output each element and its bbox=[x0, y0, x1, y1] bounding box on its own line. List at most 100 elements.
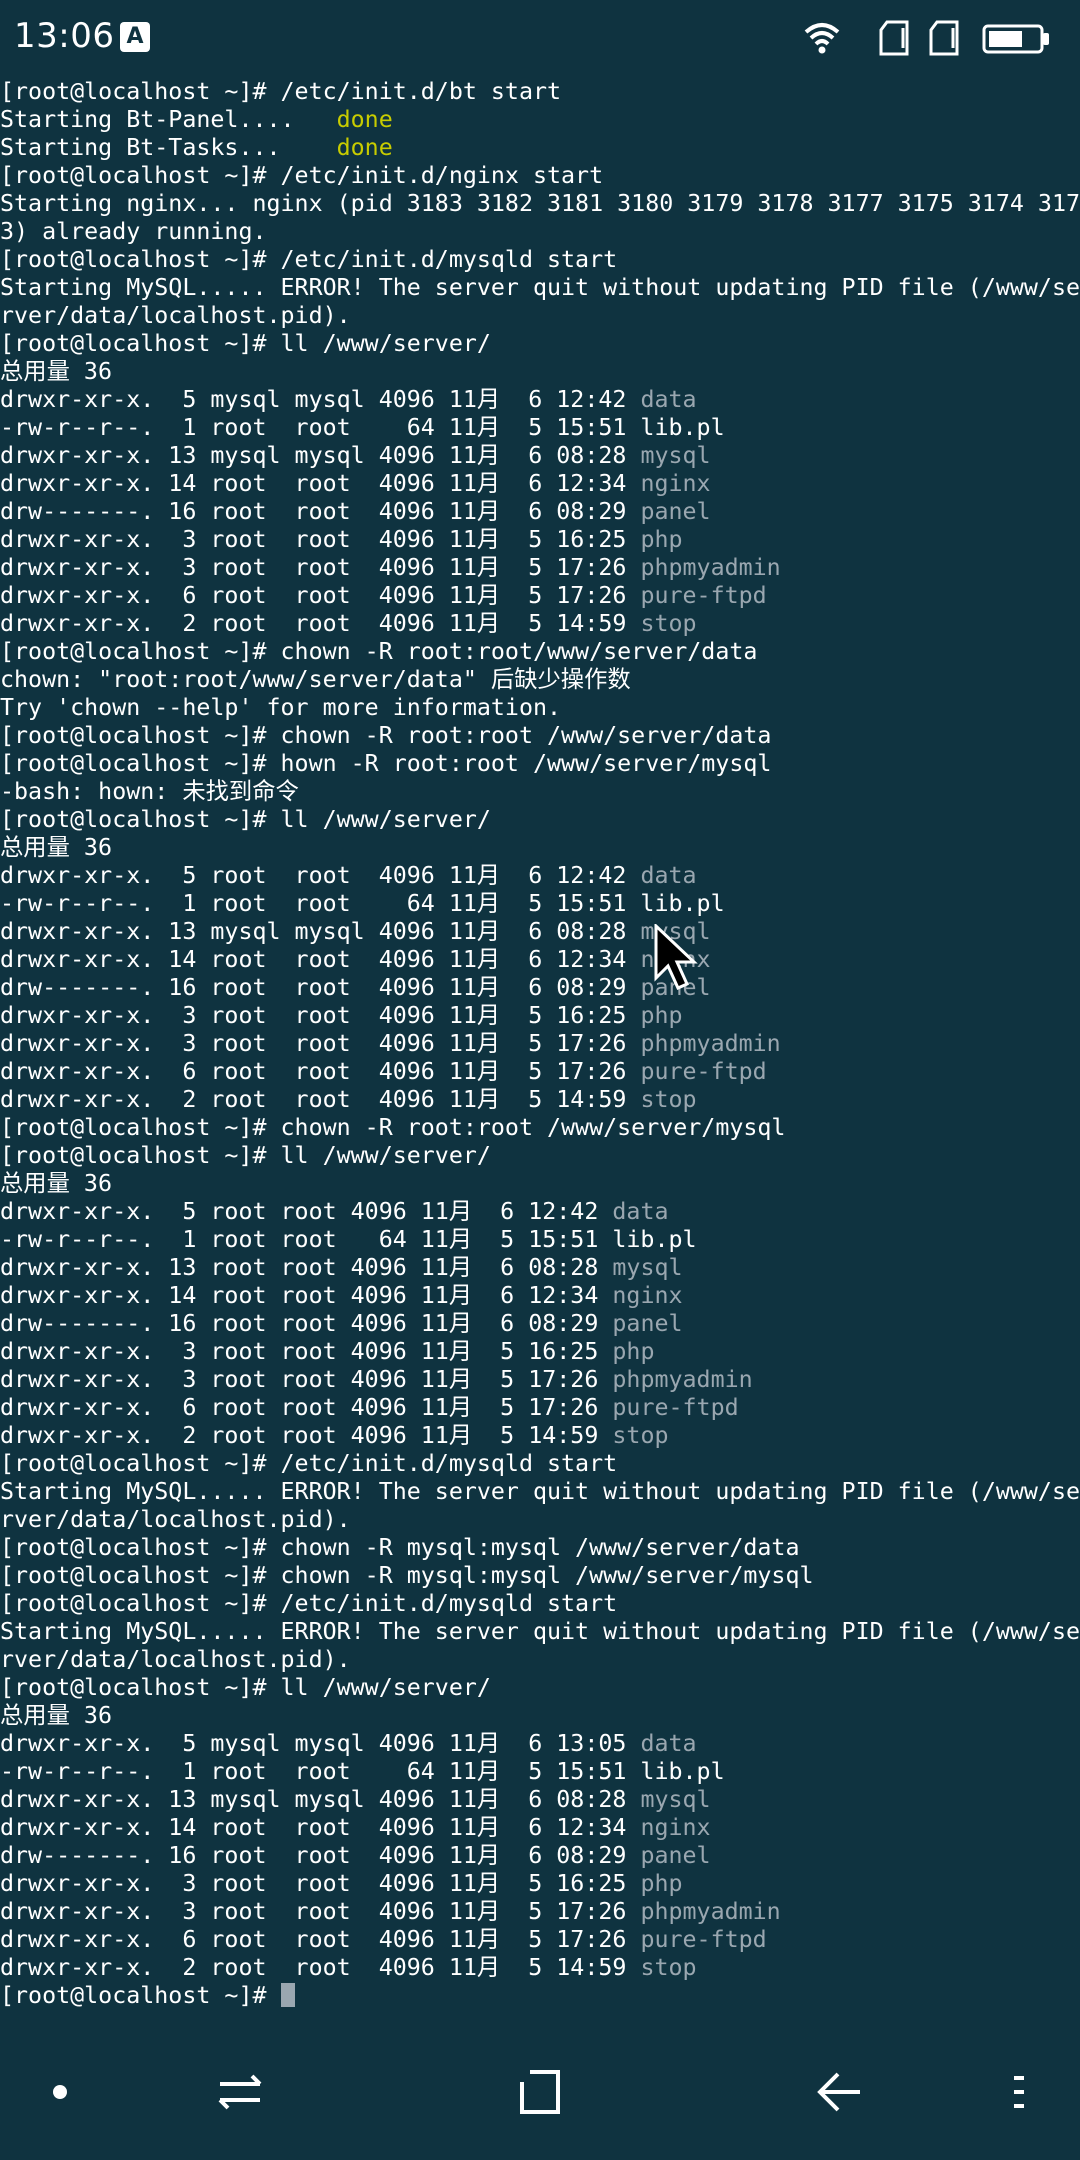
terminal-line: drwxr-xr-x. 5 mysql mysql 4096 11月 6 13:… bbox=[0, 1730, 1080, 1758]
directory-name: nginx bbox=[640, 1814, 711, 1841]
directory-name: php bbox=[612, 1338, 655, 1365]
terminal-line: drwxr-xr-x. 3 root root 4096 11月 5 16:25… bbox=[0, 526, 1080, 554]
line-text: drwxr-xr-x. 2 root root 4096 11月 5 14:59 bbox=[0, 1954, 641, 1981]
line-text: Starting MySQL..... ERROR! The server qu… bbox=[0, 1478, 1080, 1505]
directory-name: mysql bbox=[612, 1254, 683, 1281]
battery-icon bbox=[982, 24, 1049, 54]
line-text: Starting MySQL..... ERROR! The server qu… bbox=[0, 1618, 1080, 1645]
terminal-line: [root@localhost ~]# /etc/init.d/bt start bbox=[0, 78, 1080, 106]
terminal-line: chown: "root:root/www/server/data" 后缺少操作… bbox=[0, 666, 1080, 694]
menu-dots-icon[interactable] bbox=[980, 2060, 1060, 2130]
terminal-line: Starting MySQL..... ERROR! The server qu… bbox=[0, 1478, 1080, 1506]
directory-name: phpmyadmin bbox=[640, 554, 781, 581]
line-text: [root@localhost ~]# /etc/init.d/mysqld s… bbox=[0, 1450, 618, 1477]
shell-prompt: [root@localhost ~]# bbox=[0, 1982, 281, 2009]
terminal-line: Starting MySQL..... ERROR! The server qu… bbox=[0, 274, 1080, 302]
line-text: 总用量 36 bbox=[0, 358, 112, 385]
line-text: drwxr-xr-x. 3 root root 4096 11月 5 16:25 bbox=[0, 1870, 641, 1897]
terminal-line: [root@localhost ~]# chown -R root:root /… bbox=[0, 722, 1080, 750]
directory-name: php bbox=[640, 526, 683, 553]
terminal-line: drwxr-xr-x. 2 root root 4096 11月 5 14:59… bbox=[0, 1954, 1080, 1982]
line-text: drwxr-xr-x. 6 root root 4096 11月 5 17:26 bbox=[0, 582, 641, 609]
directory-name: stop bbox=[640, 610, 697, 637]
line-text: rver/data/localhost.pid). bbox=[0, 1506, 351, 1533]
line-text: [root@localhost ~]# /etc/init.d/nginx st… bbox=[0, 162, 604, 189]
terminal-line: drw-------. 16 root root 4096 11月 6 08:2… bbox=[0, 1310, 1080, 1338]
line-text: 总用量 36 bbox=[0, 1702, 112, 1729]
line-text: Try 'chown --help' for more information. bbox=[0, 694, 562, 721]
line-text: [root@localhost ~]# /etc/init.d/mysqld s… bbox=[0, 1590, 618, 1617]
terminal-line: [root@localhost ~]# /etc/init.d/mysqld s… bbox=[0, 1450, 1080, 1478]
prompt-line[interactable]: [root@localhost ~]# bbox=[0, 1982, 1080, 2010]
line-text: drw-------. 16 root root 4096 11月 6 08:2… bbox=[0, 1842, 641, 1869]
line-text: Starting nginx... nginx (pid 3183 3182 3… bbox=[0, 190, 1080, 217]
line-text: drwxr-xr-x. 14 root root 4096 11月 6 12:3… bbox=[0, 1814, 641, 1841]
line-text: 总用量 36 bbox=[0, 834, 112, 861]
terminal-line: drwxr-xr-x. 14 root root 4096 11月 6 12:3… bbox=[0, 470, 1080, 498]
terminal-line: -rw-r--r--. 1 root root 64 11月 5 15:51 l… bbox=[0, 1226, 1080, 1254]
line-text: drwxr-xr-x. 13 mysql mysql 4096 11月 6 08… bbox=[0, 918, 641, 945]
text-cursor bbox=[280, 1983, 295, 2007]
directory-name: stop bbox=[612, 1422, 669, 1449]
line-text: -rw-r--r--. 1 root root 64 11月 5 15:51 l… bbox=[0, 1226, 697, 1253]
line-text: Starting Bt-Tasks... bbox=[0, 134, 337, 161]
terminal-line: drwxr-xr-x. 13 root root 4096 11月 6 08:2… bbox=[0, 1254, 1080, 1282]
terminal-line: Starting nginx... nginx (pid 3183 3182 3… bbox=[0, 190, 1080, 218]
line-text: [root@localhost ~]# chown -R mysql:mysql… bbox=[0, 1562, 814, 1589]
terminal-output[interactable]: [root@localhost ~]# /etc/init.d/bt start… bbox=[0, 78, 1080, 2018]
terminal-line: -rw-r--r--. 1 root root 64 11月 5 15:51 l… bbox=[0, 414, 1080, 442]
directory-name: php bbox=[640, 1002, 683, 1029]
line-text: [root@localhost ~]# /etc/init.d/bt start bbox=[0, 78, 562, 105]
line-text: chown: "root:root/www/server/data" 后缺少操作… bbox=[0, 666, 631, 693]
terminal-line: drw-------. 16 root root 4096 11月 6 08:2… bbox=[0, 974, 1080, 1002]
line-text: drwxr-xr-x. 6 root root 4096 11月 5 17:26 bbox=[0, 1926, 641, 1953]
line-text: rver/data/localhost.pid). bbox=[0, 302, 351, 329]
terminal-line: 3) already running. bbox=[0, 218, 1080, 246]
terminal-line: [root@localhost ~]# /etc/init.d/mysqld s… bbox=[0, 1590, 1080, 1618]
terminal-line: -rw-r--r--. 1 root root 64 11月 5 15:51 l… bbox=[0, 890, 1080, 918]
line-text: [root@localhost ~]# chown -R root:root/w… bbox=[0, 638, 758, 665]
dot-icon[interactable] bbox=[20, 2060, 100, 2130]
line-text: drwxr-xr-x. 5 mysql mysql 4096 11月 6 13:… bbox=[0, 1730, 641, 1757]
line-text: drwxr-xr-x. 14 root root 4096 11月 6 12:3… bbox=[0, 470, 641, 497]
line-text: 3) already running. bbox=[0, 218, 267, 245]
directory-name: mysql bbox=[640, 442, 711, 469]
terminal-line: drwxr-xr-x. 3 root root 4096 11月 5 17:26… bbox=[0, 554, 1080, 582]
directory-name: data bbox=[640, 1730, 697, 1757]
line-text: drwxr-xr-x. 13 root root 4096 11月 6 08:2… bbox=[0, 1254, 613, 1281]
line-text: 总用量 36 bbox=[0, 1170, 112, 1197]
status-bar: 13:06 A bbox=[0, 0, 1080, 76]
terminal-line: [root@localhost ~]# ll /www/server/ bbox=[0, 806, 1080, 834]
terminal-line: [root@localhost ~]# chown -R mysql:mysql… bbox=[0, 1534, 1080, 1562]
line-text: -rw-r--r--. 1 root root 64 11月 5 15:51 l… bbox=[0, 1758, 725, 1785]
terminal-line: [root@localhost ~]# ll /www/server/ bbox=[0, 330, 1080, 358]
line-text: drwxr-xr-x. 3 root root 4096 11月 5 16:25 bbox=[0, 1002, 641, 1029]
switch-arrows-icon[interactable] bbox=[200, 2060, 280, 2130]
status-done: done bbox=[336, 134, 393, 161]
home-square-icon[interactable] bbox=[500, 2060, 580, 2130]
terminal-line: drwxr-xr-x. 5 mysql mysql 4096 11月 6 12:… bbox=[0, 386, 1080, 414]
directory-name: nginx bbox=[612, 1282, 683, 1309]
terminal-line: [root@localhost ~]# /etc/init.d/mysqld s… bbox=[0, 246, 1080, 274]
screen: 13:06 A [root@localhost ~]# /etc/init.d/… bbox=[0, 0, 1080, 2160]
terminal-line: drwxr-xr-x. 3 root root 4096 11月 5 17:26… bbox=[0, 1898, 1080, 1926]
line-text: [root@localhost ~]# /etc/init.d/mysqld s… bbox=[0, 246, 618, 273]
terminal-line: drwxr-xr-x. 13 mysql mysql 4096 11月 6 08… bbox=[0, 1786, 1080, 1814]
line-text: drwxr-xr-x. 3 root root 4096 11月 5 16:25 bbox=[0, 526, 641, 553]
mouse-pointer-icon bbox=[654, 924, 698, 990]
directory-name: phpmyadmin bbox=[640, 1898, 781, 1925]
terminal-line: 总用量 36 bbox=[0, 1702, 1080, 1730]
back-arrow-icon[interactable] bbox=[800, 2060, 880, 2130]
line-text: drwxr-xr-x. 2 root root 4096 11月 5 14:59 bbox=[0, 1086, 641, 1113]
line-text: Starting Bt-Panel.... bbox=[0, 106, 337, 133]
terminal-line: drwxr-xr-x. 6 root root 4096 11月 5 17:26… bbox=[0, 1058, 1080, 1086]
terminal-line: -bash: hown: 未找到命令 bbox=[0, 778, 1080, 806]
terminal-line: Starting Bt-Tasks... done bbox=[0, 134, 1080, 162]
status-done: done bbox=[336, 106, 393, 133]
terminal-line: drwxr-xr-x. 6 root root 4096 11月 5 17:26… bbox=[0, 582, 1080, 610]
directory-name: mysql bbox=[640, 1786, 711, 1813]
sim2-no-signal-icon bbox=[929, 20, 959, 56]
directory-name: nginx bbox=[640, 470, 711, 497]
terminal-line: [root@localhost ~]# ll /www/server/ bbox=[0, 1142, 1080, 1170]
directory-name: stop bbox=[640, 1954, 697, 1981]
